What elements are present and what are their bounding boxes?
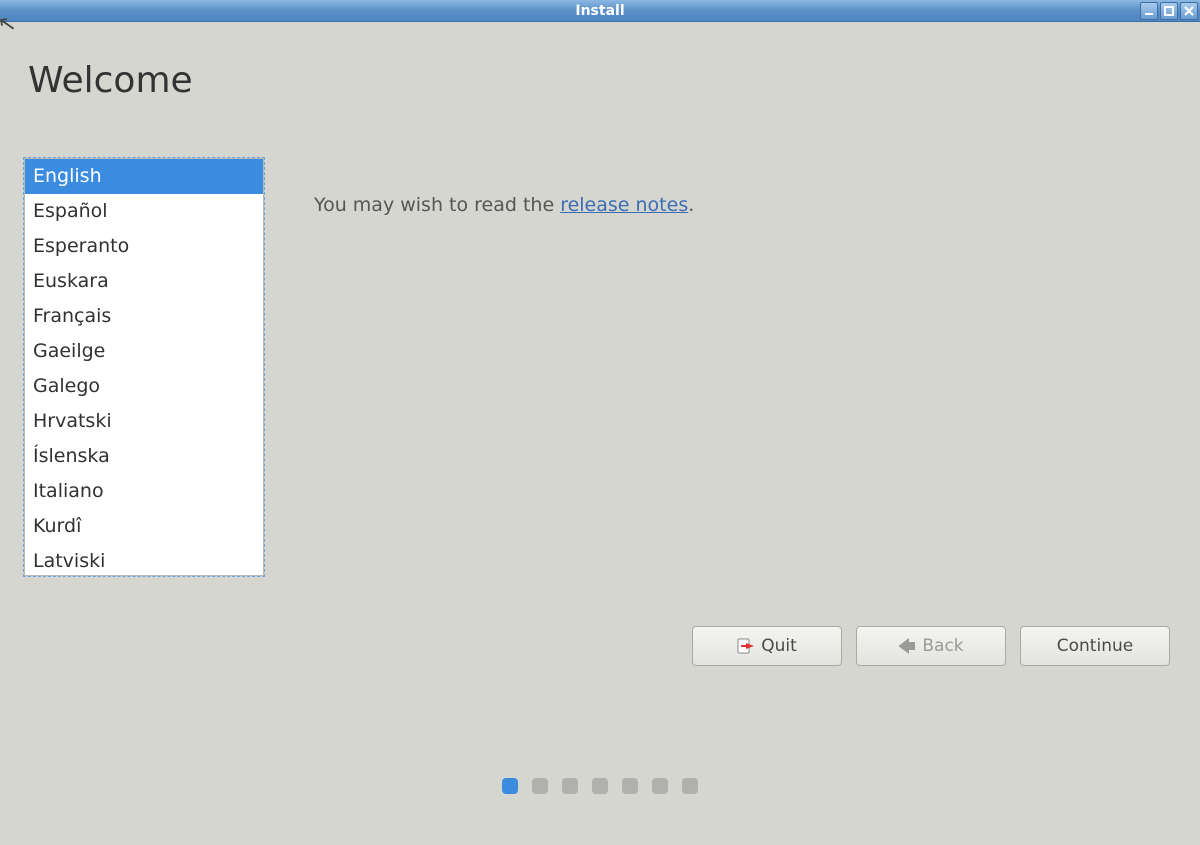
language-option[interactable]: Italiano bbox=[25, 474, 264, 509]
hint-suffix: . bbox=[688, 194, 694, 216]
progress-dot bbox=[562, 778, 578, 794]
language-option[interactable]: Esperanto bbox=[25, 229, 264, 264]
back-button[interactable]: Back bbox=[856, 626, 1006, 666]
language-option[interactable]: Español bbox=[25, 194, 264, 229]
release-notes-hint: You may wish to read the release notes. bbox=[314, 194, 694, 216]
window-title: Install bbox=[575, 3, 624, 19]
progress-dot bbox=[622, 778, 638, 794]
progress-dots bbox=[502, 778, 698, 794]
minimize-button[interactable] bbox=[1140, 2, 1158, 20]
progress-dot bbox=[592, 778, 608, 794]
installer-page: Welcome EnglishEspañolEsperantoEuskaraFr… bbox=[0, 22, 1200, 845]
hint-prefix: You may wish to read the bbox=[314, 194, 560, 216]
window-controls bbox=[1140, 2, 1198, 20]
window-titlebar: Install bbox=[0, 0, 1200, 22]
language-list-scroll[interactable]: EnglishEspañolEsperantoEuskaraFrançaisGa… bbox=[25, 159, 264, 575]
back-label: Back bbox=[922, 636, 963, 656]
language-option[interactable]: Euskara bbox=[25, 264, 264, 299]
arrow-left-icon bbox=[898, 637, 916, 655]
continue-label: Continue bbox=[1057, 636, 1133, 656]
language-option[interactable]: Galego bbox=[25, 369, 264, 404]
wizard-buttons: Quit Back Continue bbox=[692, 626, 1170, 666]
progress-dot bbox=[502, 778, 518, 794]
quit-icon bbox=[737, 637, 755, 655]
progress-dot bbox=[682, 778, 698, 794]
quit-button[interactable]: Quit bbox=[692, 626, 842, 666]
language-option[interactable]: Français bbox=[25, 299, 264, 334]
progress-dot bbox=[532, 778, 548, 794]
page-title: Welcome bbox=[28, 60, 193, 101]
language-listbox[interactable]: EnglishEspañolEsperantoEuskaraFrançaisGa… bbox=[24, 158, 264, 576]
language-option[interactable]: Latviski bbox=[25, 544, 264, 575]
language-option[interactable]: English bbox=[25, 159, 264, 194]
language-option[interactable]: Gaeilge bbox=[25, 334, 264, 369]
close-button[interactable] bbox=[1180, 2, 1198, 20]
language-option[interactable]: Hrvatski bbox=[25, 404, 264, 439]
release-notes-link[interactable]: release notes bbox=[560, 194, 688, 216]
maximize-button[interactable] bbox=[1160, 2, 1178, 20]
continue-button[interactable]: Continue bbox=[1020, 626, 1170, 666]
quit-label: Quit bbox=[761, 636, 797, 656]
progress-dot bbox=[652, 778, 668, 794]
language-option[interactable]: Kurdî bbox=[25, 509, 264, 544]
language-option[interactable]: Íslenska bbox=[25, 439, 264, 474]
